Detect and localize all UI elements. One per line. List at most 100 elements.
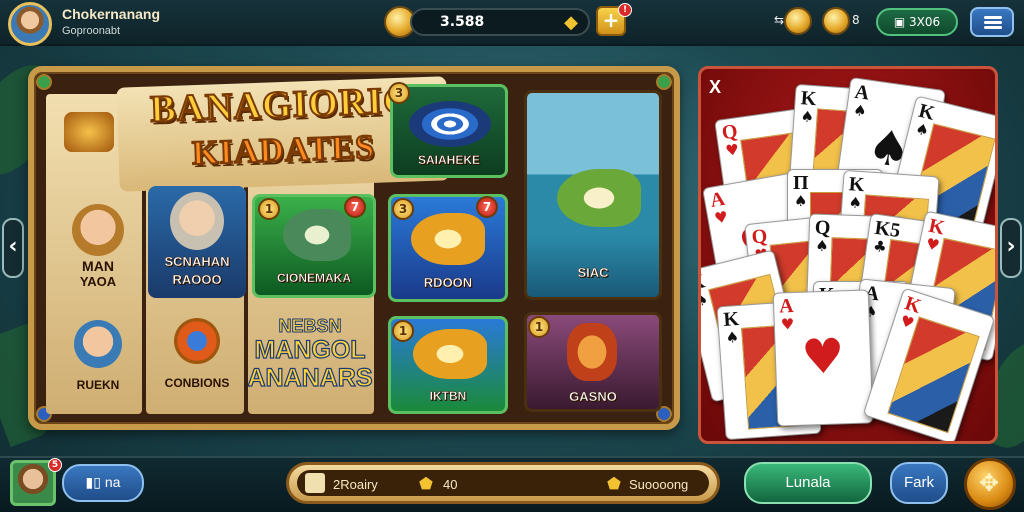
- notification-badge: !: [618, 3, 632, 17]
- menu-line: [984, 16, 1002, 19]
- player-name: Chokernanang: [62, 6, 161, 22]
- clover-icon: ✥: [979, 469, 1000, 497]
- book-button[interactable]: ▮▯ na: [62, 464, 144, 502]
- tile-label: CIONEMAKA: [277, 271, 351, 285]
- card-suit-icon: ♠: [794, 192, 808, 210]
- balance-display: 3.588 ◆: [410, 8, 590, 36]
- chevron-right-icon[interactable]: ◆: [564, 12, 578, 33]
- card-rank: A: [778, 295, 795, 318]
- gem-icon: [784, 7, 812, 35]
- stats-item-2: 40: [443, 477, 458, 492]
- coin-icon: [822, 7, 850, 35]
- whirlpool-icon: [409, 101, 491, 147]
- stats-item-3: Suoooong: [629, 477, 689, 492]
- currency-pill[interactable]: ▣ 3X06: [876, 8, 958, 36]
- card-rank: Q: [814, 216, 831, 240]
- card-suit-icon: ♠: [814, 236, 830, 256]
- calendar-icon: [305, 473, 325, 493]
- tile-label: CONBIONS: [164, 376, 230, 390]
- tile-badge: 7: [476, 196, 498, 218]
- book-label: na: [104, 474, 121, 490]
- corner-gem-icon: [36, 74, 52, 90]
- card-suit-icon: ♠: [913, 119, 931, 141]
- tile-badge: 3: [392, 198, 414, 220]
- card-suit-icon: ♠: [725, 328, 740, 347]
- character-portrait: [72, 204, 124, 256]
- menu-button[interactable]: [970, 7, 1014, 37]
- wallet-icon: ▣: [893, 15, 910, 29]
- top-bar: Chokernanang Goproonabt 3.588 ◆ + ! ⇆ 8 …: [0, 0, 1024, 46]
- tile-label: RAOOO: [172, 272, 222, 287]
- card-center-suit-icon: ♥: [800, 328, 846, 386]
- card-suit-icon: ♥: [924, 234, 942, 255]
- card-suit-icon: ♥: [724, 140, 741, 160]
- character-portrait: [74, 320, 122, 368]
- card-face-art: [887, 316, 980, 434]
- card-suit-icon: ♥: [712, 207, 730, 228]
- promo-line1: NEBSN: [278, 316, 342, 337]
- card-game-panel[interactable]: X Q♥K♠A♠♠K♠A♥♥Π♠K♠Q♥Q♠K5♣K♥K♠K♠A♠♠K♠A♥♥K…: [698, 66, 998, 444]
- tile-badge: 7: [344, 196, 366, 218]
- card-suit-icon: ♥: [898, 311, 917, 333]
- menu-line: [984, 26, 1002, 29]
- shield-icon: ⬟: [607, 474, 621, 493]
- tile-label: SIAC: [577, 265, 609, 280]
- blue-action-button[interactable]: Fark: [890, 462, 948, 504]
- card-rank: Π: [793, 172, 809, 194]
- prev-page-button[interactable]: ‹: [2, 218, 24, 278]
- treasure-icon: [64, 112, 114, 152]
- shark-character: [283, 209, 351, 261]
- tile-badge: 1: [392, 320, 414, 342]
- tile-label: RDOON: [423, 275, 473, 290]
- next-page-button[interactable]: ›: [1000, 218, 1022, 278]
- corner-gem-icon: [656, 74, 672, 90]
- fish-character: [413, 329, 487, 379]
- currency-pill-value: 3X06: [909, 15, 941, 29]
- card-suit-icon: ♠: [847, 193, 863, 213]
- settings-icon[interactable]: ⇆: [774, 13, 784, 27]
- cat-character: [567, 323, 617, 381]
- playing-card[interactable]: A♥♥: [772, 289, 874, 427]
- card-suit-icon: ♠: [698, 289, 710, 311]
- book-icon: ▮▯: [85, 474, 105, 490]
- coin-count: 8: [852, 13, 860, 27]
- tile-label: YAOA: [79, 274, 117, 289]
- game-tile-scnahan[interactable]: SCNAHAN RAOOO: [148, 186, 246, 298]
- card-suit-icon: ♠: [852, 100, 868, 121]
- tile-badge: 1: [528, 316, 550, 338]
- game-lobby-frame: BANAGIORIG KIADATES MAN YAOA SCNAHAN RAO…: [28, 66, 680, 430]
- character-portrait: [170, 192, 224, 250]
- card-rank: K: [722, 308, 740, 332]
- balance-value: 3.588: [440, 14, 485, 30]
- player-avatar[interactable]: [8, 2, 52, 46]
- tile-label: SAIAHEKE: [417, 153, 480, 167]
- card-suit-icon: ♣: [872, 236, 888, 257]
- card-rank: K: [800, 87, 818, 111]
- game-tile-conbions[interactable]: CONBIONS: [148, 310, 246, 406]
- tile-label: MAN: [82, 258, 114, 274]
- card-suit-icon: ♠: [799, 107, 815, 127]
- stats-item-1: 2Roairy: [333, 477, 378, 492]
- tile-label: SCNAHAN: [164, 254, 230, 269]
- promo-line3: ANANARS: [247, 363, 373, 392]
- play-round-button[interactable]: ✥: [964, 458, 1016, 510]
- tile-label: GASNO: [569, 389, 617, 404]
- stats-bar-inner: 2Roairy ⬟ 40 ⬟ Suoooong: [297, 470, 709, 496]
- game-tile-ruekn[interactable]: RUEKN: [56, 316, 140, 406]
- game-tile-man[interactable]: MAN YAOA: [56, 200, 140, 300]
- card-rank: K: [848, 173, 866, 197]
- stats-bar: 2Roairy ⬟ 40 ⬟ Suoooong: [286, 462, 720, 504]
- green-action-button[interactable]: Lunala: [744, 462, 872, 504]
- fish-character: [557, 169, 641, 227]
- promo-banner[interactable]: NEBSN MANGOL ANANARS: [240, 316, 380, 406]
- game-tile-siac[interactable]: SIAC: [524, 90, 662, 300]
- promo-line2: MANGOL: [254, 335, 366, 364]
- player-subtitle: Goproonabt: [62, 25, 121, 37]
- tile-label: RUEKN: [76, 378, 120, 392]
- heart-gem-icon: [174, 318, 220, 364]
- tile-label: IKTBN: [429, 389, 467, 403]
- close-button[interactable]: X: [709, 77, 721, 98]
- friend-badge: 5: [48, 458, 62, 472]
- card-suit-icon: ♥: [780, 314, 795, 334]
- tile-badge: 3: [388, 82, 410, 104]
